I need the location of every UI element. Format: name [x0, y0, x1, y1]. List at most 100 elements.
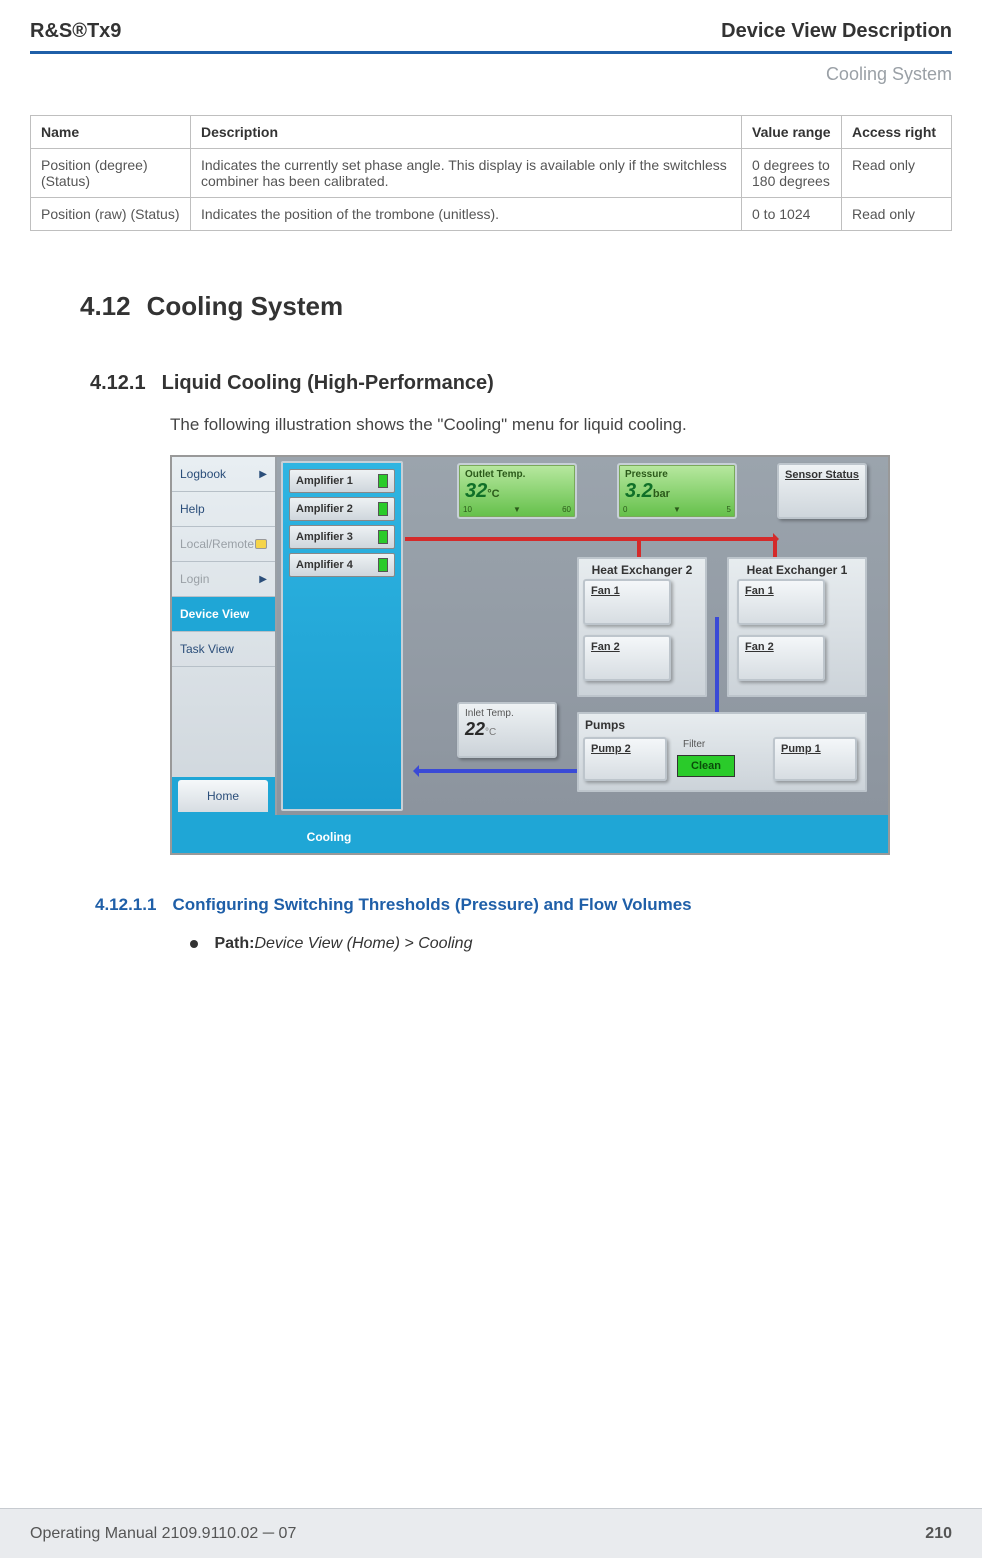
- sidebar-tabs: Home: [172, 777, 275, 815]
- gauge-unit: bar: [653, 488, 670, 500]
- sensor-status-label: Sensor Status: [779, 465, 865, 485]
- sidebar-item-label: Device View: [180, 607, 249, 621]
- cooling-ui-illustration: Logbook ▶ Help Local/Remote Login ▶ Devi…: [170, 455, 890, 855]
- gauge-label: Outlet Temp.: [465, 469, 569, 480]
- table-header-range: Value range: [742, 116, 842, 149]
- footer-left: Operating Manual 2109.9110.02 ─ 07: [30, 1525, 296, 1543]
- pump-label: Pump 1: [781, 743, 821, 755]
- subsubsection-heading: 4.12.1.1 Configuring Switching Threshold…: [95, 895, 952, 915]
- ui-sidebar: Logbook ▶ Help Local/Remote Login ▶ Devi…: [172, 457, 277, 815]
- filter-label: Filter: [683, 739, 705, 750]
- sidebar-item-task-view[interactable]: Task View: [172, 632, 275, 667]
- outlet-temp-gauge[interactable]: Outlet Temp. 32°C 10▼60: [457, 463, 577, 519]
- fan-label: Fan 2: [591, 641, 620, 653]
- tab-cooling[interactable]: Cooling: [284, 821, 374, 853]
- flow-line-hot: [405, 537, 775, 541]
- intro-text: The following illustration shows the "Co…: [170, 415, 952, 435]
- table-row: Position (degree) (Sta­tus) Indicates th…: [31, 149, 952, 198]
- amplifier-label: Amplifier 3: [296, 531, 353, 543]
- gauge-value: 32: [465, 480, 487, 502]
- tab-home[interactable]: Home: [178, 780, 268, 812]
- amplifier-label: Amplifier 1: [296, 475, 353, 487]
- gauge-min: 0: [623, 505, 627, 515]
- subsubsection-number: 4.12.1.1: [95, 895, 156, 915]
- sidebar-item-help[interactable]: Help: [172, 492, 275, 527]
- pumps-title: Pumps: [579, 714, 865, 736]
- cell-access: Read only: [842, 198, 952, 231]
- sidebar-item-label: Help: [180, 502, 205, 516]
- sidebar-item-label: Local/Remote: [180, 537, 254, 551]
- hx1-fan2-button[interactable]: Fan 2: [737, 635, 825, 681]
- status-led-icon: [378, 474, 388, 488]
- cell-range: 0 to 1024: [742, 198, 842, 231]
- pump-1-button[interactable]: Pump 1: [773, 737, 857, 781]
- table-header-desc: Description: [191, 116, 742, 149]
- gauge-unit: °C: [487, 488, 499, 500]
- fan-label: Fan 2: [745, 641, 774, 653]
- cell-access: Read only: [842, 149, 952, 198]
- path-value: Device View (Home) > Cooling: [254, 935, 472, 952]
- section-number: 4.12: [80, 291, 131, 322]
- chevron-right-icon: ▶: [259, 574, 267, 585]
- page-footer: Operating Manual 2109.9110.02 ─ 07 210: [0, 1508, 982, 1558]
- pressure-gauge[interactable]: Pressure 3.2bar 0▼5: [617, 463, 737, 519]
- mode-icon: [255, 539, 267, 549]
- inlet-value: 22: [465, 719, 485, 739]
- amplifier-button[interactable]: Amplifier 2: [289, 497, 395, 521]
- status-led-icon: [378, 502, 388, 516]
- status-led-icon: [378, 558, 388, 572]
- table-row: Position (raw) (Status) Indicates the po…: [31, 198, 952, 231]
- cell-name: Position (raw) (Status): [31, 198, 191, 231]
- chapter-title: Device View Description: [721, 20, 952, 43]
- hx1-fan1-button[interactable]: Fan 1: [737, 579, 825, 625]
- amplifier-button[interactable]: Amplifier 1: [289, 469, 395, 493]
- filter-clean-indicator: Clean: [677, 755, 735, 777]
- fan-label: Fan 1: [591, 585, 620, 597]
- amplifier-label: Amplifier 4: [296, 559, 353, 571]
- cell-desc: Indicates the position of the trombone (…: [191, 198, 742, 231]
- gauge-label: Pressure: [625, 469, 729, 480]
- sidebar-item-local-remote[interactable]: Local/Remote: [172, 527, 275, 562]
- subsection-heading: 4.12.1 Liquid Cooling (High-Performance): [90, 372, 952, 395]
- sidebar-item-label: Logbook: [180, 467, 226, 481]
- page-header: R&S®Tx9 Device View Description: [30, 20, 952, 43]
- pump-2-button[interactable]: Pump 2: [583, 737, 667, 781]
- pump-label: Pump 2: [591, 743, 631, 755]
- status-led-icon: [378, 530, 388, 544]
- cell-name: Position (degree) (Sta­tus): [31, 149, 191, 198]
- ui-content: Amplifier 1 Amplifier 2 Amplifier 3 Ampl…: [277, 457, 888, 815]
- header-rule: [30, 51, 952, 54]
- amplifier-button[interactable]: Amplifier 3: [289, 525, 395, 549]
- gauge-min: 10: [463, 505, 472, 515]
- subsubsection-title: Configuring Switching Thresholds (Pressu…: [172, 895, 691, 915]
- section-title: Cooling System: [147, 291, 343, 322]
- cell-range: 0 degrees to 180 degrees: [742, 149, 842, 198]
- table-header-access: Access right: [842, 116, 952, 149]
- cell-desc: Indicates the currently set phase angle.…: [191, 149, 742, 198]
- sidebar-item-login[interactable]: Login ▶: [172, 562, 275, 597]
- sidebar-item-device-view[interactable]: Device View: [172, 597, 275, 632]
- subsection-number: 4.12.1: [90, 372, 146, 395]
- inlet-unit: °C: [485, 727, 496, 738]
- inlet-label: Inlet Temp.: [465, 708, 549, 719]
- hx2-fan2-button[interactable]: Fan 2: [583, 635, 671, 681]
- flow-line-hot: [773, 537, 777, 557]
- sidebar-item-logbook[interactable]: Logbook ▶: [172, 457, 275, 492]
- sensor-status-button[interactable]: Sensor Status: [777, 463, 867, 519]
- brand-label: R&S®Tx9: [30, 20, 121, 43]
- amplifier-panel: Amplifier 1 Amplifier 2 Amplifier 3 Ampl…: [281, 461, 403, 811]
- section-heading: 4.12 Cooling System: [80, 291, 952, 322]
- subsection-title: Liquid Cooling (High-Performance): [162, 372, 494, 395]
- gauge-value: 3.2: [625, 480, 653, 502]
- path-bullet: Path:Device View (Home) > Cooling: [190, 935, 952, 953]
- amplifier-button[interactable]: Amplifier 4: [289, 553, 395, 577]
- flow-line-hot: [637, 537, 641, 557]
- sidebar-item-label: Task View: [180, 642, 234, 656]
- hx2-fan1-button[interactable]: Fan 1: [583, 579, 671, 625]
- fan-label: Fan 1: [745, 585, 774, 597]
- gauge-max: 5: [727, 505, 731, 515]
- table-header-name: Name: [31, 116, 191, 149]
- flow-line-cold: [417, 769, 577, 773]
- gauge-max: 60: [562, 505, 571, 515]
- inlet-temp-display[interactable]: Inlet Temp. 22°C: [457, 702, 557, 758]
